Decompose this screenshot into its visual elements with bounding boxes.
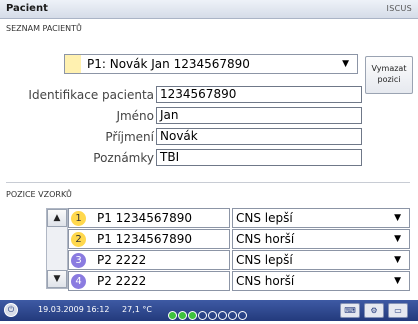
position-number-badge: 3 [71, 253, 86, 268]
dropdown-arrow-icon: ▼ [394, 213, 401, 223]
dropdown-arrow-icon: ▼ [342, 59, 349, 69]
position-patient-cell[interactable]: 2 P1 1234567890 [68, 229, 230, 249]
position-number-badge: 1 [71, 211, 86, 226]
cns-select[interactable]: CNS lepší ▼ [232, 208, 410, 228]
status-dot-icon [208, 311, 217, 320]
delete-position-label: Vymazat pozici [371, 64, 407, 84]
position-number-badge: 2 [71, 232, 86, 247]
section-divider [6, 182, 410, 183]
status-dot-icon [228, 311, 237, 320]
settings-icon[interactable]: ⚙ [364, 303, 384, 318]
positions-scrollbar[interactable]: ▲ ▼ [46, 208, 68, 289]
folder-icon[interactable]: ▭ [388, 303, 408, 318]
status-dot-icon [188, 311, 197, 320]
temperature: 27,1 °C [122, 305, 152, 314]
dropdown-arrow-icon: ▼ [394, 234, 401, 244]
power-icon[interactable]: ⏻ [4, 303, 18, 317]
delete-position-button[interactable]: Vymazat pozici [365, 56, 413, 94]
notes-field[interactable]: TBI [156, 149, 362, 166]
position-patient: P1 1234567890 [97, 211, 193, 225]
field-label-last-name: Příjmení [105, 130, 154, 144]
dropdown-arrow-icon: ▼ [394, 255, 401, 265]
samples-section-label: POZICE VZORKŮ [6, 190, 72, 199]
position-patient-cell[interactable]: 4 P2 2222 [68, 271, 230, 291]
status-dot-icon [238, 311, 247, 320]
keyboard-icon[interactable]: ⌨ [340, 303, 360, 318]
cns-value: CNS horší [236, 232, 295, 246]
status-dot-icon [168, 311, 177, 320]
status-dot-icon [178, 311, 187, 320]
first-name-field[interactable]: Jan [156, 107, 362, 124]
cns-value: CNS horší [236, 274, 295, 288]
patient-id-field[interactable]: 1234567890 [156, 86, 362, 103]
dropdown-arrow-icon: ▼ [394, 276, 401, 286]
position-row-1[interactable]: 1 P1 1234567890 CNS lepší ▼ [68, 208, 412, 228]
cns-value: CNS lepší [236, 211, 293, 225]
field-label-notes: Poznámky [93, 151, 154, 165]
datetime: 19.03.2009 16:12 [38, 305, 110, 314]
cns-value: CNS lepší [236, 253, 293, 267]
window-title: Pacient [6, 3, 48, 14]
patient-color-swatch [65, 55, 81, 73]
cns-select[interactable]: CNS horší ▼ [232, 271, 410, 291]
cns-select[interactable]: CNS horší ▼ [232, 229, 410, 249]
title-bar: Pacient ISCUS [0, 0, 418, 19]
brand-logo: ISCUS [386, 4, 412, 13]
patients-section-label: SEZNAM PACIENTŮ [6, 24, 82, 33]
status-taskbar: ⏻ 19.03.2009 16:12 27,1 °C ⌨ ⚙ ▭ [0, 300, 418, 321]
position-patient: P1 1234567890 [97, 232, 193, 246]
app-window: Pacient ISCUS SEZNAM PACIENTŮ P1: Novák … [0, 0, 418, 321]
position-patient: P2 2222 [97, 274, 147, 288]
position-row-3[interactable]: 3 P2 2222 CNS lepší ▼ [68, 250, 412, 270]
last-name-field[interactable]: Novák [156, 128, 362, 145]
status-dots [168, 305, 248, 324]
field-label-id: Identifikace pacienta [28, 88, 154, 102]
position-number-badge: 4 [71, 274, 86, 289]
position-patient-cell[interactable]: 3 P2 2222 [68, 250, 230, 270]
position-row-2[interactable]: 2 P1 1234567890 CNS horší ▼ [68, 229, 412, 249]
patient-select-value: P1: Novák Jan 1234567890 [87, 57, 250, 71]
position-row-4[interactable]: 4 P2 2222 CNS horší ▼ [68, 271, 412, 291]
cns-select[interactable]: CNS lepší ▼ [232, 250, 410, 270]
position-patient: P2 2222 [97, 253, 147, 267]
status-dot-icon [198, 311, 207, 320]
patient-select[interactable]: P1: Novák Jan 1234567890 ▼ [64, 54, 358, 74]
scroll-down-button[interactable]: ▼ [47, 270, 67, 288]
status-dot-icon [218, 311, 227, 320]
scroll-up-button[interactable]: ▲ [47, 209, 67, 227]
position-patient-cell[interactable]: 1 P1 1234567890 [68, 208, 230, 228]
field-label-first-name: Jméno [116, 109, 154, 123]
